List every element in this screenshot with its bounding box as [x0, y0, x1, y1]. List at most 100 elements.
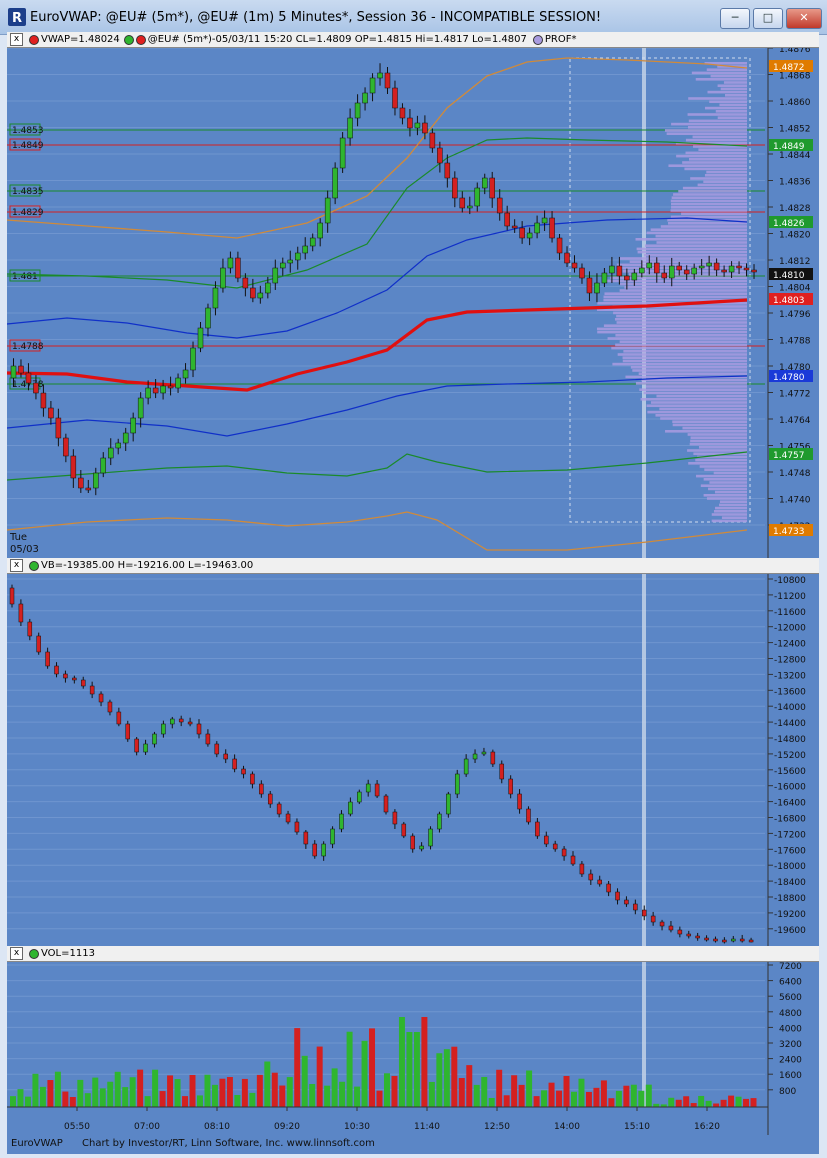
candle-body	[324, 197, 331, 224]
volume-profile-bar	[641, 378, 747, 382]
volume-profile-bar	[700, 484, 747, 487]
volume-profile-bar	[671, 196, 747, 199]
candle-body	[339, 137, 346, 169]
svg-text:R: R	[12, 11, 22, 26]
candle-body	[78, 477, 84, 489]
vb-axis-tick: -16400	[774, 799, 806, 809]
volume-profile-bar	[678, 190, 747, 193]
volume-profile-bar	[643, 391, 747, 395]
vb-candle-body	[392, 811, 398, 825]
candle-body	[549, 217, 555, 239]
candle-body	[631, 272, 638, 281]
vb-candle-body	[365, 783, 371, 793]
vol-axis-tick: 3200	[779, 1040, 802, 1050]
volume-bar	[556, 1090, 563, 1107]
maximize-button[interactable]: □	[753, 8, 783, 29]
vb-candle-body	[535, 821, 540, 837]
volume-profile-bar	[704, 106, 747, 110]
volume-profile-bar	[632, 369, 747, 372]
vb-candle-body	[374, 783, 380, 797]
volume-profile-bar	[647, 410, 747, 414]
vb-candle-body	[481, 751, 487, 755]
price-badge-text: 1.4872	[773, 63, 805, 73]
vb-candle-body	[27, 621, 33, 637]
price-chart[interactable]: 1.4876 1.4868 1.4860 1.4852 1.4844 1.4836 1.48…	[7, 48, 819, 558]
volume-bar	[750, 1098, 757, 1107]
candle-body	[407, 117, 413, 129]
price-axis-tick: 1.4836	[779, 178, 811, 188]
vb-axis-tick: -14800	[774, 735, 806, 745]
volume-bar	[743, 1098, 750, 1107]
price-pane-header: x VWAP=1.48024 @EU# (5m*)-05/03/11 15:20 C…	[7, 32, 819, 48]
price-badge-text: 1.4757	[773, 451, 805, 461]
vb-value-label: VB=-19385.00 H=-19216.00 L=-19463.00	[41, 560, 254, 571]
vb-chart[interactable]: -10800 -11200 -11600 -12000 -12400 -12800 -132…	[7, 574, 819, 946]
bars-up-dot-icon	[123, 35, 134, 45]
price-pane-close-button[interactable]: x	[10, 33, 23, 46]
vb-pane-close-button[interactable]: x	[10, 559, 23, 572]
volume-bar	[286, 1077, 293, 1107]
price-badge-text: 1.4803	[773, 296, 805, 306]
volume-profile-bar	[670, 209, 747, 212]
volume-profile-bar	[670, 199, 747, 203]
volume-bar	[84, 1093, 91, 1107]
vb-candle-body	[410, 835, 415, 850]
vb-candle-body	[72, 677, 77, 681]
volume-profile-bar	[682, 186, 747, 190]
candle-body	[504, 212, 510, 227]
vol-axis-tick: 4800	[779, 1009, 802, 1019]
volume-profile-bar	[596, 327, 747, 331]
volume-profile-bar	[696, 474, 747, 478]
candle-body	[40, 392, 47, 409]
volume-profile-bar	[615, 334, 747, 337]
footer-chart-name: EuroVWAP	[11, 1138, 63, 1149]
volume-profile-bar	[660, 417, 747, 420]
volume-bar	[324, 1085, 331, 1107]
volume-profile-bar	[619, 340, 747, 343]
candle-body	[384, 72, 391, 89]
candle-body	[235, 257, 241, 279]
level-label: 1.4835	[12, 187, 44, 197]
window-titlebar: R EuroVWAP: @EU# (5m*), @EU# (1m) 5 Minu…	[0, 0, 827, 35]
vb-candle-body	[615, 891, 620, 901]
vb-axis-tick: -13600	[774, 687, 806, 697]
volume-bar	[249, 1092, 256, 1107]
vb-candle-body	[294, 821, 300, 833]
vb-candle-body	[659, 921, 665, 927]
minimize-button[interactable]: ─	[720, 8, 750, 29]
volume-bar	[339, 1081, 346, 1107]
vb-candle-body	[597, 879, 602, 885]
candle-body	[287, 259, 294, 264]
vb-axis-tick: -19600	[774, 926, 806, 936]
price-axis-tick: 1.4764	[779, 416, 811, 426]
volume-profile-bar	[603, 295, 747, 299]
vb-candle-body	[713, 938, 718, 942]
volume-bar	[713, 1103, 720, 1107]
candle-body	[265, 282, 271, 294]
candle-body	[280, 262, 286, 269]
volume-profile-bar	[624, 286, 747, 289]
vb-candle-body	[490, 751, 496, 765]
candle-body	[145, 387, 151, 399]
volume-chart[interactable]: 7200 6400 5600 4800 4000 3200 2400 1600 800 05:50…	[7, 962, 819, 1135]
volume-profile-bar	[706, 170, 747, 174]
vol-pane-close-button[interactable]: x	[10, 947, 23, 960]
volume-profile-bar	[685, 151, 747, 155]
vb-axis-tick: -14000	[774, 703, 806, 713]
vb-axis-tick: -12800	[774, 656, 806, 666]
candle-body	[706, 262, 712, 267]
vol-axis-tick: 800	[779, 1087, 796, 1097]
volume-bar	[496, 1069, 503, 1107]
volume-profile-bar	[717, 116, 747, 119]
vb-candle-body	[570, 855, 576, 865]
close-button[interactable]: ✕	[786, 8, 822, 29]
vol-axis-tick: 6400	[779, 978, 802, 988]
candle-body	[639, 267, 645, 274]
vb-candle-body	[722, 939, 727, 943]
vb-candle-body	[517, 793, 522, 810]
vb-candle-body	[36, 635, 41, 653]
time-axis-tick: 14:00	[554, 1122, 580, 1132]
volume-profile-bar	[698, 148, 747, 151]
volume-profile-bar	[711, 513, 747, 516]
vb-candle-body	[223, 753, 228, 760]
